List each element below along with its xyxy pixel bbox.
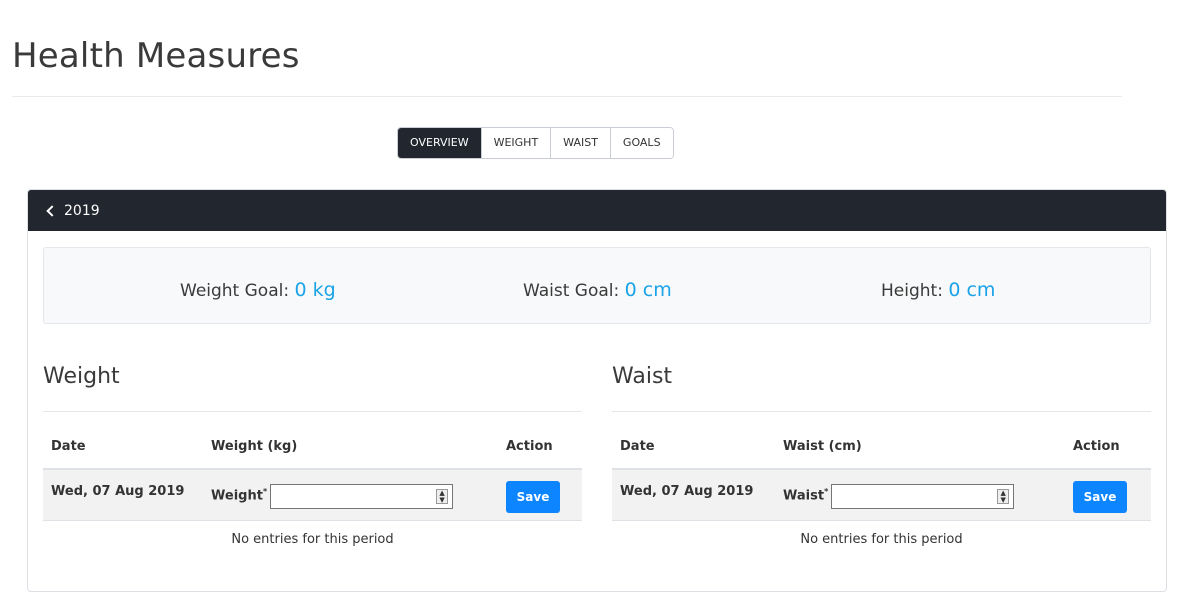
chevron-left-icon[interactable]	[46, 205, 58, 217]
tab-goals[interactable]: GOALS	[609, 128, 673, 158]
waist-row-field: Waist* ▲ ▼	[775, 469, 1065, 521]
year-navigator[interactable]: 2019	[28, 190, 1166, 231]
waist-header-date: Date	[612, 439, 775, 470]
waist-goal-value: 0 cm	[624, 279, 672, 301]
waist-save-button[interactable]: Save	[1073, 481, 1127, 513]
weight-header-value: Weight (kg)	[203, 439, 498, 470]
required-marker: *	[824, 487, 829, 496]
weight-section: Weight Date Weight (kg) Action Wed, 07 A…	[43, 364, 582, 547]
table-row: Wed, 07 Aug 2019 Waist* ▲ ▼ Save	[612, 469, 1151, 521]
waist-section: Waist Date Waist (cm) Action Wed, 07 Aug…	[612, 364, 1151, 547]
weight-input[interactable]: ▲ ▼	[270, 484, 454, 509]
required-marker: *	[262, 487, 268, 496]
year-label: 2019	[64, 202, 100, 219]
tab-waist[interactable]: WAIST	[550, 128, 610, 158]
waist-field-label: Waist	[783, 488, 825, 504]
table-row: Wed, 07 Aug 2019 Weight* ▲ ▼ Save	[43, 469, 582, 521]
page-title: Health Measures	[12, 36, 300, 76]
weight-save-button[interactable]: Save	[506, 481, 560, 513]
weight-goal: Weight Goal: 0 kg	[180, 279, 336, 301]
waist-goal-label: Waist Goal:	[523, 281, 620, 301]
waist-goal: Waist Goal: 0 cm	[523, 279, 672, 301]
height-value: 0 cm	[948, 279, 996, 301]
waist-table-header: Date Waist (cm) Action	[612, 439, 1151, 470]
weight-row-date: Wed, 07 Aug 2019	[43, 469, 203, 521]
weight-table: Date Weight (kg) Action Wed, 07 Aug 2019…	[43, 439, 582, 521]
waist-empty-message: No entries for this period	[800, 531, 963, 547]
weight-section-divider	[43, 411, 582, 412]
waist-header-value: Waist (cm)	[775, 439, 1065, 470]
height-label: Height:	[881, 281, 943, 301]
weight-header-action: Action	[498, 439, 582, 470]
waist-row-date: Wed, 07 Aug 2019	[612, 469, 775, 521]
spinner-icon[interactable]: ▲ ▼	[436, 489, 449, 504]
tab-weight[interactable]: WEIGHT	[480, 128, 551, 158]
tab-overview[interactable]: OVERVIEW	[398, 128, 481, 158]
spinner-icon[interactable]: ▲ ▼	[997, 489, 1010, 504]
weight-section-title: Weight	[43, 364, 120, 389]
waist-input[interactable]: ▲ ▼	[831, 484, 1015, 509]
waist-header-action: Action	[1065, 439, 1151, 470]
weight-empty-message: No entries for this period	[231, 531, 394, 547]
weight-goal-value: 0 kg	[294, 279, 336, 301]
weight-table-header: Date Weight (kg) Action	[43, 439, 582, 470]
weight-header-date: Date	[43, 439, 203, 470]
title-divider	[12, 96, 1122, 97]
weight-row-field: Weight* ▲ ▼	[203, 469, 498, 521]
weight-field-label: Weight	[211, 488, 263, 504]
waist-table: Date Waist (cm) Action Wed, 07 Aug 2019 …	[612, 439, 1151, 521]
height-display: Height: 0 cm	[881, 279, 995, 301]
waist-section-title: Waist	[612, 364, 673, 389]
overview-card: 2019 Weight Goal: 0 kg Waist Goal: 0 cm …	[27, 189, 1167, 592]
waist-section-divider	[612, 411, 1151, 412]
goals-summary: Weight Goal: 0 kg Waist Goal: 0 cm Heigh…	[43, 247, 1151, 324]
weight-goal-label: Weight Goal:	[180, 281, 290, 301]
view-tabs: OVERVIEW WEIGHT WAIST GOALS	[397, 127, 674, 159]
